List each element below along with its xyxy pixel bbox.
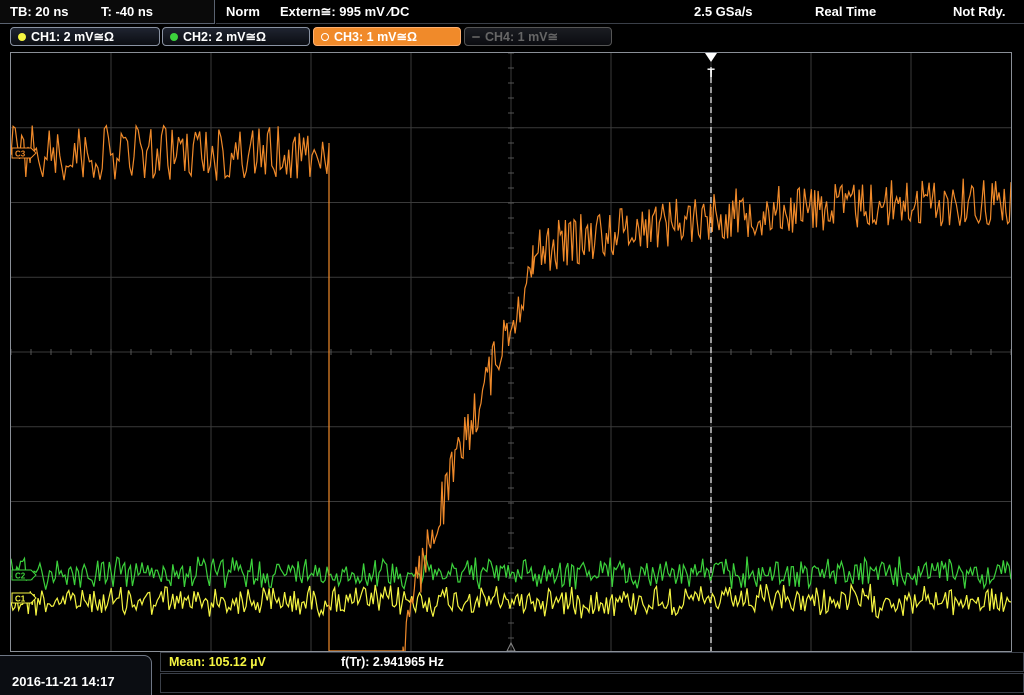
waveform-canvas[interactable]: T C3 C2 C1 xyxy=(11,53,1011,651)
timebase-readout[interactable]: TB: 20 ns xyxy=(10,0,69,24)
ready-state-readout: Not Rdy. xyxy=(953,4,1006,19)
acquisition-mode-readout[interactable]: Real Time xyxy=(815,0,876,24)
measurement-row-2[interactable] xyxy=(160,673,1024,693)
measurement-panel[interactable]: Mean: 105.12 µV f(Tr): 2.941965 Hz xyxy=(160,652,1024,695)
channel-1-reference-marker[interactable]: C1 xyxy=(11,592,37,604)
trigger-source-readout[interactable]: Extern≅: 995 mV ∕DC xyxy=(280,0,409,24)
svg-text:C3: C3 xyxy=(15,150,26,159)
datetime-readout: 2016-11-21 14:17 xyxy=(12,674,115,689)
trigger-mode-readout[interactable]: Norm xyxy=(226,0,260,24)
channel-bar: CH1: 2 mV≅Ω CH2: 2 mV≅Ω CH3: 1 mV≅Ω CH4:… xyxy=(0,24,1024,50)
channel-2-label: CH2: 2 mV≅Ω xyxy=(183,30,267,44)
channel-2-button[interactable]: CH2: 2 mV≅Ω xyxy=(162,27,310,46)
svg-text:C1: C1 xyxy=(15,595,26,604)
frequency-measurement[interactable]: f(Tr): 2.941965 Hz xyxy=(341,655,444,669)
mean-measurement[interactable]: Mean: 105.12 µV xyxy=(169,655,266,669)
channel-2-indicator-icon xyxy=(170,33,178,41)
channel-4-label: CH4: 1 mV≅ xyxy=(485,30,558,44)
sample-rate-readout[interactable]: 2.5 GSa/s xyxy=(694,0,753,24)
channel-3-indicator-icon xyxy=(321,33,329,41)
channel-3-reference-marker[interactable]: C3 xyxy=(11,147,37,159)
channel-3-button[interactable]: CH3: 1 mV≅Ω xyxy=(313,27,461,46)
trigger-position-icon[interactable] xyxy=(705,53,717,62)
measurement-row-1[interactable] xyxy=(160,652,1024,672)
trigger-marker[interactable]: T xyxy=(707,66,715,80)
trigger-offset-readout[interactable]: T: -40 ns xyxy=(101,0,153,24)
status-bar: TB: 20 ns T: -40 ns Norm Extern≅: 995 mV… xyxy=(0,0,1024,24)
channel-4-indicator-icon xyxy=(472,36,480,38)
channel-1-button[interactable]: CH1: 2 mV≅Ω xyxy=(10,27,160,46)
svg-text:C2: C2 xyxy=(15,572,26,581)
channel-4-button[interactable]: CH4: 1 mV≅ xyxy=(464,27,612,46)
channel-2-reference-marker[interactable]: C2 xyxy=(11,569,37,581)
channel-3-label: CH3: 1 mV≅Ω xyxy=(334,30,418,44)
channel-1-label: CH1: 2 mV≅Ω xyxy=(31,30,115,44)
waveform-display[interactable]: T C3 C2 C1 xyxy=(10,52,1012,652)
channel-1-indicator-icon xyxy=(18,33,26,41)
